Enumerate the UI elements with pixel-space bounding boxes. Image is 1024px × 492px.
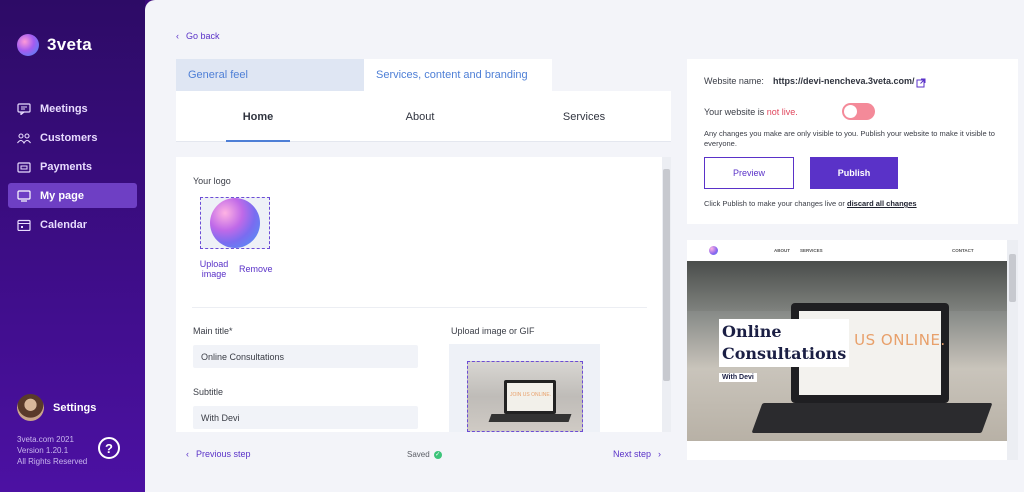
logo-preview-image: [210, 198, 260, 248]
sidebar-footer: 3veta.com 2021 Version 1.20.1 All Rights…: [17, 434, 87, 467]
content-form: Your logo Upload image Remove Main title…: [176, 157, 671, 432]
sidebar-item-calendar[interactable]: Calendar: [8, 212, 137, 237]
form-scrollbar-thumb[interactable]: [663, 169, 670, 381]
check-icon: ✓: [433, 450, 442, 459]
site-preview: ABOUT SERVICES CONTACT JOIN US ONLINE. O…: [687, 240, 1018, 460]
chevron-left-icon: ‹: [186, 449, 189, 459]
meetings-icon: [17, 103, 31, 115]
step-tabs: General feel Services, content and brand…: [176, 59, 552, 91]
live-toggle[interactable]: [842, 103, 875, 120]
chevron-right-icon: ›: [658, 449, 661, 459]
upload-image-button[interactable]: Upload image: [194, 259, 234, 279]
sidebar-item-meetings[interactable]: Meetings: [8, 96, 137, 121]
sidebar-item-payments[interactable]: Payments: [8, 154, 137, 179]
preview-button[interactable]: Preview: [704, 157, 794, 189]
help-icon[interactable]: ?: [98, 437, 120, 459]
customers-icon: [17, 132, 31, 144]
subtitle-label: Subtitle: [193, 387, 224, 397]
my-page-icon: [17, 190, 31, 202]
preview-title-line2: Consultations: [722, 344, 847, 363]
main-content: ‹ Go back General feel Services, content…: [145, 0, 1024, 492]
brand-logo[interactable]: 3veta: [17, 34, 92, 56]
toggle-knob: [844, 105, 857, 118]
previous-step-label: Previous step: [196, 449, 251, 459]
visibility-note: Any changes you make are only visible to…: [704, 129, 995, 148]
discard-changes-link[interactable]: discard all changes: [847, 199, 917, 208]
remove-logo-button[interactable]: Remove: [239, 264, 273, 274]
sidebar-item-my-page[interactable]: My page: [8, 183, 137, 208]
brand-logo-icon: [17, 34, 39, 56]
logo-dropzone[interactable]: [200, 197, 270, 249]
live-status-text: Your website is not live.: [704, 107, 798, 117]
settings-link[interactable]: Settings: [17, 394, 96, 421]
live-status-value: not live.: [766, 107, 798, 117]
saved-status: Saved ✓: [407, 450, 442, 459]
website-url: https://devi-nencheva.3veta.com/: [773, 76, 915, 86]
sidebar-item-label: My page: [40, 189, 85, 202]
next-step-label: Next step: [612, 449, 651, 459]
publish-card: Website name: https://devi-nencheva.3vet…: [687, 59, 1018, 224]
tab-general-feel[interactable]: General feel: [176, 59, 364, 91]
calendar-icon: [17, 219, 31, 231]
sidebar-nav: Meetings Customers Payments My page Cale…: [0, 96, 145, 241]
go-back-label: Go back: [186, 31, 220, 41]
subtitle-input[interactable]: With Devi: [193, 406, 418, 429]
main-title-label: Main title*: [193, 326, 233, 336]
sidebar-item-label: Calendar: [40, 218, 88, 231]
preview-scrollbar-thumb[interactable]: [1009, 254, 1016, 302]
subnav-services[interactable]: Services: [540, 91, 628, 142]
preview-scrollbar[interactable]: [1007, 240, 1018, 460]
sidebar-item-label: Meetings: [40, 102, 88, 115]
subnav-about[interactable]: About: [376, 91, 464, 142]
footer-rights: All Rights Reserved: [17, 457, 88, 466]
payments-icon: [17, 161, 31, 173]
publish-hint: Click Publish to make your changes live …: [704, 199, 917, 208]
gif-dropzone[interactable]: JOIN US ONLINE.: [449, 344, 600, 432]
website-name-label: Website name:: [704, 76, 764, 86]
sidebar: 3veta Meetings Customers Payments My pag…: [0, 0, 145, 492]
previous-step-button[interactable]: ‹ Previous step: [186, 449, 251, 459]
avatar: [17, 394, 44, 421]
page-subnav: Home About Services: [176, 91, 671, 142]
sidebar-item-label: Customers: [40, 131, 98, 144]
publish-hint-text: Click Publish to make your changes live …: [704, 199, 847, 208]
preview-logo: [709, 246, 718, 255]
preview-nav-services: SERVICES: [800, 248, 823, 253]
footer-copyright: 3veta.com 2021: [17, 435, 74, 444]
footer-version: Version 1.20.1: [17, 446, 69, 455]
live-status-prefix: Your website is: [704, 107, 767, 117]
step-footer: ‹ Previous step Saved ✓ Next step ›: [176, 444, 671, 466]
preview-nav-contact: CONTACT: [952, 248, 974, 253]
section-divider: [192, 307, 647, 308]
preview-title-line1: Online: [722, 322, 782, 341]
go-back-link[interactable]: ‹ Go back: [176, 31, 220, 41]
logo-label: Your logo: [193, 176, 231, 186]
gif-label: Upload image or GIF: [451, 326, 535, 336]
preview-navbar: ABOUT SERVICES CONTACT: [687, 240, 1007, 261]
external-link-icon[interactable]: [916, 75, 926, 88]
preview-title: Online Consultations: [719, 319, 850, 367]
brand-name: 3veta: [47, 35, 92, 54]
settings-label: Settings: [53, 401, 97, 414]
preview-subtitle: With Devi: [719, 373, 757, 382]
subnav-home[interactable]: Home: [214, 91, 302, 142]
next-step-button[interactable]: Next step ›: [613, 449, 661, 459]
gif-screen-text: JOIN US ONLINE.: [510, 392, 552, 398]
sidebar-item-customers[interactable]: Customers: [8, 125, 137, 150]
preview-laptop-base: [751, 403, 993, 433]
preview-hero-image: JOIN US ONLINE. Online Consultations Wit…: [687, 261, 1007, 441]
main-title-input[interactable]: Online Consultations: [193, 345, 418, 368]
saved-label: Saved: [407, 450, 430, 459]
sidebar-item-label: Payments: [40, 160, 92, 173]
publish-button[interactable]: Publish: [810, 157, 898, 189]
tab-services-content-branding[interactable]: Services, content and branding: [364, 59, 552, 91]
gif-preview-image: JOIN US ONLINE.: [467, 361, 583, 432]
form-scrollbar[interactable]: [662, 157, 671, 432]
preview-nav-about: ABOUT: [774, 248, 790, 253]
chevron-left-icon: ‹: [176, 31, 179, 41]
